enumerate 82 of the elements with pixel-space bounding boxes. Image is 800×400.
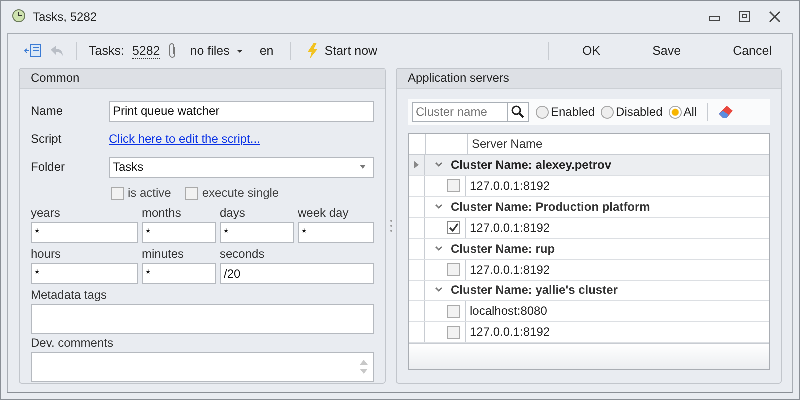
table-cell-text: 127.0.0.1:8192 [469,220,550,235]
edit-script-link[interactable]: Click here to edit the script... [109,132,260,146]
checkbox[interactable] [447,221,460,234]
checkbox[interactable] [447,263,460,276]
sidebar-toggle-icon[interactable] [24,44,42,58]
group-row[interactable]: Cluster Name: rup [409,238,769,260]
table-cell-text: localhost:8080 [469,304,548,318]
search-field[interactable]: Cluster name [412,102,508,122]
close-icon[interactable] [769,11,781,23]
table-cell-text: 127.0.0.1:8192 [469,325,550,340]
schedule-field[interactable]: * [142,222,216,243]
field-label: years [31,205,62,222]
lightning-icon [306,43,319,59]
row-indicator-icon [414,160,419,169]
dialog-button[interactable]: OK [560,42,623,60]
schedule-field[interactable]: * [142,263,216,284]
field-label: seconds [220,246,266,263]
chevron-icon[interactable] [435,204,443,210]
field-label: Dev. comments [31,335,114,352]
group-row[interactable]: Cluster Name: yallie's cluster [409,280,769,302]
radio-button[interactable] [668,106,682,118]
paperclip-icon [168,43,178,59]
window-title: Tasks, 5282 [33,10,98,24]
radio-label: All [684,105,698,119]
files-dropdown[interactable]: no files [186,42,248,60]
field-label: Folder [31,160,66,174]
field-label: minutes [142,246,186,263]
caret-icon [359,164,367,170]
field-label: Script [31,132,63,146]
tasks-count[interactable]: 5282 [132,44,160,58]
field-label: hours [31,246,62,263]
start-now-button[interactable]: Start now [302,41,382,61]
group-row[interactable]: Cluster Name: alexey.petrov [409,155,769,176]
schedule-field[interactable]: * [31,222,138,243]
radio-label: Disabled [616,105,663,119]
folder-dropdown[interactable]: Tasks [109,156,374,178]
field-label: months [142,205,182,222]
tasks-label: Tasks: [89,44,124,58]
dialog-button[interactable]: Save [630,42,704,60]
chevron-icon[interactable] [435,246,443,252]
group-title: Cluster Name: rup [451,242,556,256]
field-label: Metadata tags [31,287,108,304]
undo-icon[interactable] [50,45,64,57]
radio-button[interactable] [536,106,549,118]
name-field[interactable]: Print queue watcher [109,100,374,122]
checkbox[interactable] [185,186,198,200]
schedule-field[interactable]: * [31,263,138,284]
panel-title: Common [20,69,385,89]
field-label: week day [298,205,350,222]
maximize-icon[interactable] [739,11,751,23]
schedule-field[interactable]: * [298,222,374,243]
schedule-field[interactable]: * [220,222,294,243]
search-icon[interactable] [508,102,529,122]
radio-label: Enabled [551,105,596,119]
dialog-button[interactable]: Cancel [711,42,772,60]
table-cell-text: 127.0.0.1:8192 [469,178,550,193]
field-label: days [220,205,246,222]
chevron-icon[interactable] [435,287,443,294]
metadata-tags-field[interactable] [31,304,374,334]
group-title: Cluster Name: alexey.petrov [451,158,612,172]
group-row[interactable]: Cluster Name: Production platform [409,196,769,218]
schedule-field[interactable]: /20 [220,263,374,284]
table-cell-text: 127.0.0.1:8192 [469,262,550,277]
checkbox-label: execute single [202,186,280,200]
checkbox[interactable] [447,179,460,192]
panel-title: Application servers [397,69,781,89]
clock-icon [11,9,27,25]
group-title: Cluster Name: yallie's cluster [451,283,618,298]
splitter-grip-icon[interactable] [390,219,392,233]
checkbox[interactable] [447,304,460,318]
checkbox[interactable] [111,186,124,200]
caret-icon [236,48,244,54]
radio-button[interactable] [601,106,614,118]
checkbox-label: is active [128,186,172,200]
comments-field[interactable] [31,352,374,382]
field-label: Name [31,104,64,118]
column-header[interactable]: Server Name [468,134,543,154]
language-button[interactable]: en [256,42,278,60]
checkbox[interactable] [447,326,460,339]
eraser-icon[interactable] [718,105,734,119]
group-title: Cluster Name: Production platform [451,200,650,214]
chevron-icon[interactable] [435,162,443,168]
